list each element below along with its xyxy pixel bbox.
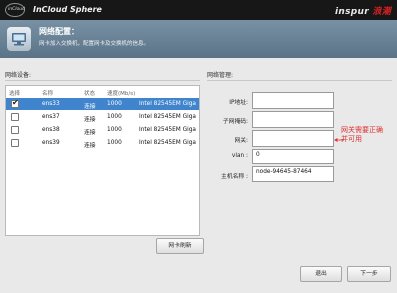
left-divider <box>5 80 200 81</box>
annotation-line-2: 并可用 <box>341 135 362 143</box>
nic-speed: 1000 <box>107 101 122 107</box>
col-select: 选择 <box>9 91 21 97</box>
vlan-label: vlan : <box>231 153 248 159</box>
nic-name: ens39 <box>42 140 60 146</box>
top-bar: inCloud InCloud Sphere inspur 浪潮 <box>0 0 397 20</box>
subnet-mask-field[interactable] <box>252 111 334 128</box>
nic-speed: 1000 <box>107 140 122 146</box>
vlan-field[interactable]: 0 <box>252 149 334 164</box>
checkmark-icon: ✔ <box>12 98 19 107</box>
brand-accent: 浪潮 <box>372 7 391 17</box>
col-speed: 速度(Mb/s) <box>107 91 136 97</box>
gateway-field[interactable] <box>252 130 334 147</box>
row-checkbox[interactable]: ✔ <box>11 98 19 108</box>
right-divider <box>207 80 392 81</box>
network-config-icon <box>7 27 31 51</box>
col-name: 名称 <box>42 91 54 97</box>
logo-small-text: inCloud <box>8 7 25 12</box>
refresh-nic-button[interactable]: 网卡刷新 <box>156 238 204 254</box>
nic-speed: 1000 <box>107 127 122 133</box>
ip-address-label: IP地址: <box>229 100 248 106</box>
nic-state: 连接 <box>84 143 96 149</box>
table-row[interactable]: ens38 连接 1000 Intel 82545EM Giga <box>6 124 199 136</box>
network-device-table: 选择 名称 状态 速度(Mb/s) ✔ ens33 连接 1000 Intel … <box>5 85 200 236</box>
nic-state: 连接 <box>84 130 96 136</box>
brand-logo: inspur 浪潮 <box>335 4 391 17</box>
brand-main: inspur <box>335 7 369 17</box>
network-management-label: 网络管理: <box>207 72 234 79</box>
exit-button[interactable]: 退出 <box>300 266 342 282</box>
table-header: 选择 名称 状态 速度(Mb/s) <box>6 86 199 97</box>
row-checkbox[interactable] <box>11 113 19 121</box>
product-name: InCloud Sphere <box>33 5 102 14</box>
table-row[interactable]: ens39 连接 1000 Intel 82545EM Giga <box>6 137 199 149</box>
network-devices-label: 网络设备: <box>5 72 32 79</box>
page-title: 网络配置： <box>39 27 79 36</box>
table-row[interactable]: ens37 连接 1000 Intel 82545EM Giga <box>6 111 199 123</box>
col-state: 状态 <box>84 91 96 97</box>
subnet-mask-label: 子网掩码: <box>222 119 248 125</box>
page-subtitle: 网卡加入交换机，配置网卡及交换机的信息。 <box>39 41 150 47</box>
gateway-label: 网关: <box>234 138 248 144</box>
annotation-line-1: 网关需要正确 <box>341 126 383 134</box>
next-button[interactable]: 下一步 <box>347 266 391 282</box>
ip-address-field[interactable] <box>252 92 334 109</box>
page-header: 网络配置： 网卡加入交换机，配置网卡及交换机的信息。 <box>0 20 397 58</box>
hostname-field[interactable]: node-94645-87464 <box>252 166 334 182</box>
row-checkbox[interactable] <box>11 139 19 147</box>
nic-name: ens33 <box>42 101 60 107</box>
gateway-annotation: 网关需要正确 并可用 <box>341 126 383 144</box>
nic-name: ens38 <box>42 127 60 133</box>
nic-desc: Intel 82545EM Giga <box>139 127 196 133</box>
row-checkbox[interactable] <box>11 126 19 134</box>
nic-state: 连接 <box>84 104 96 110</box>
nic-speed: 1000 <box>107 114 122 120</box>
nic-state: 连接 <box>84 117 96 123</box>
nic-name: ens37 <box>42 114 60 120</box>
table-row[interactable]: ✔ ens33 连接 1000 Intel 82545EM Giga <box>6 98 199 110</box>
hostname-label: 主机名称 : <box>221 174 248 180</box>
